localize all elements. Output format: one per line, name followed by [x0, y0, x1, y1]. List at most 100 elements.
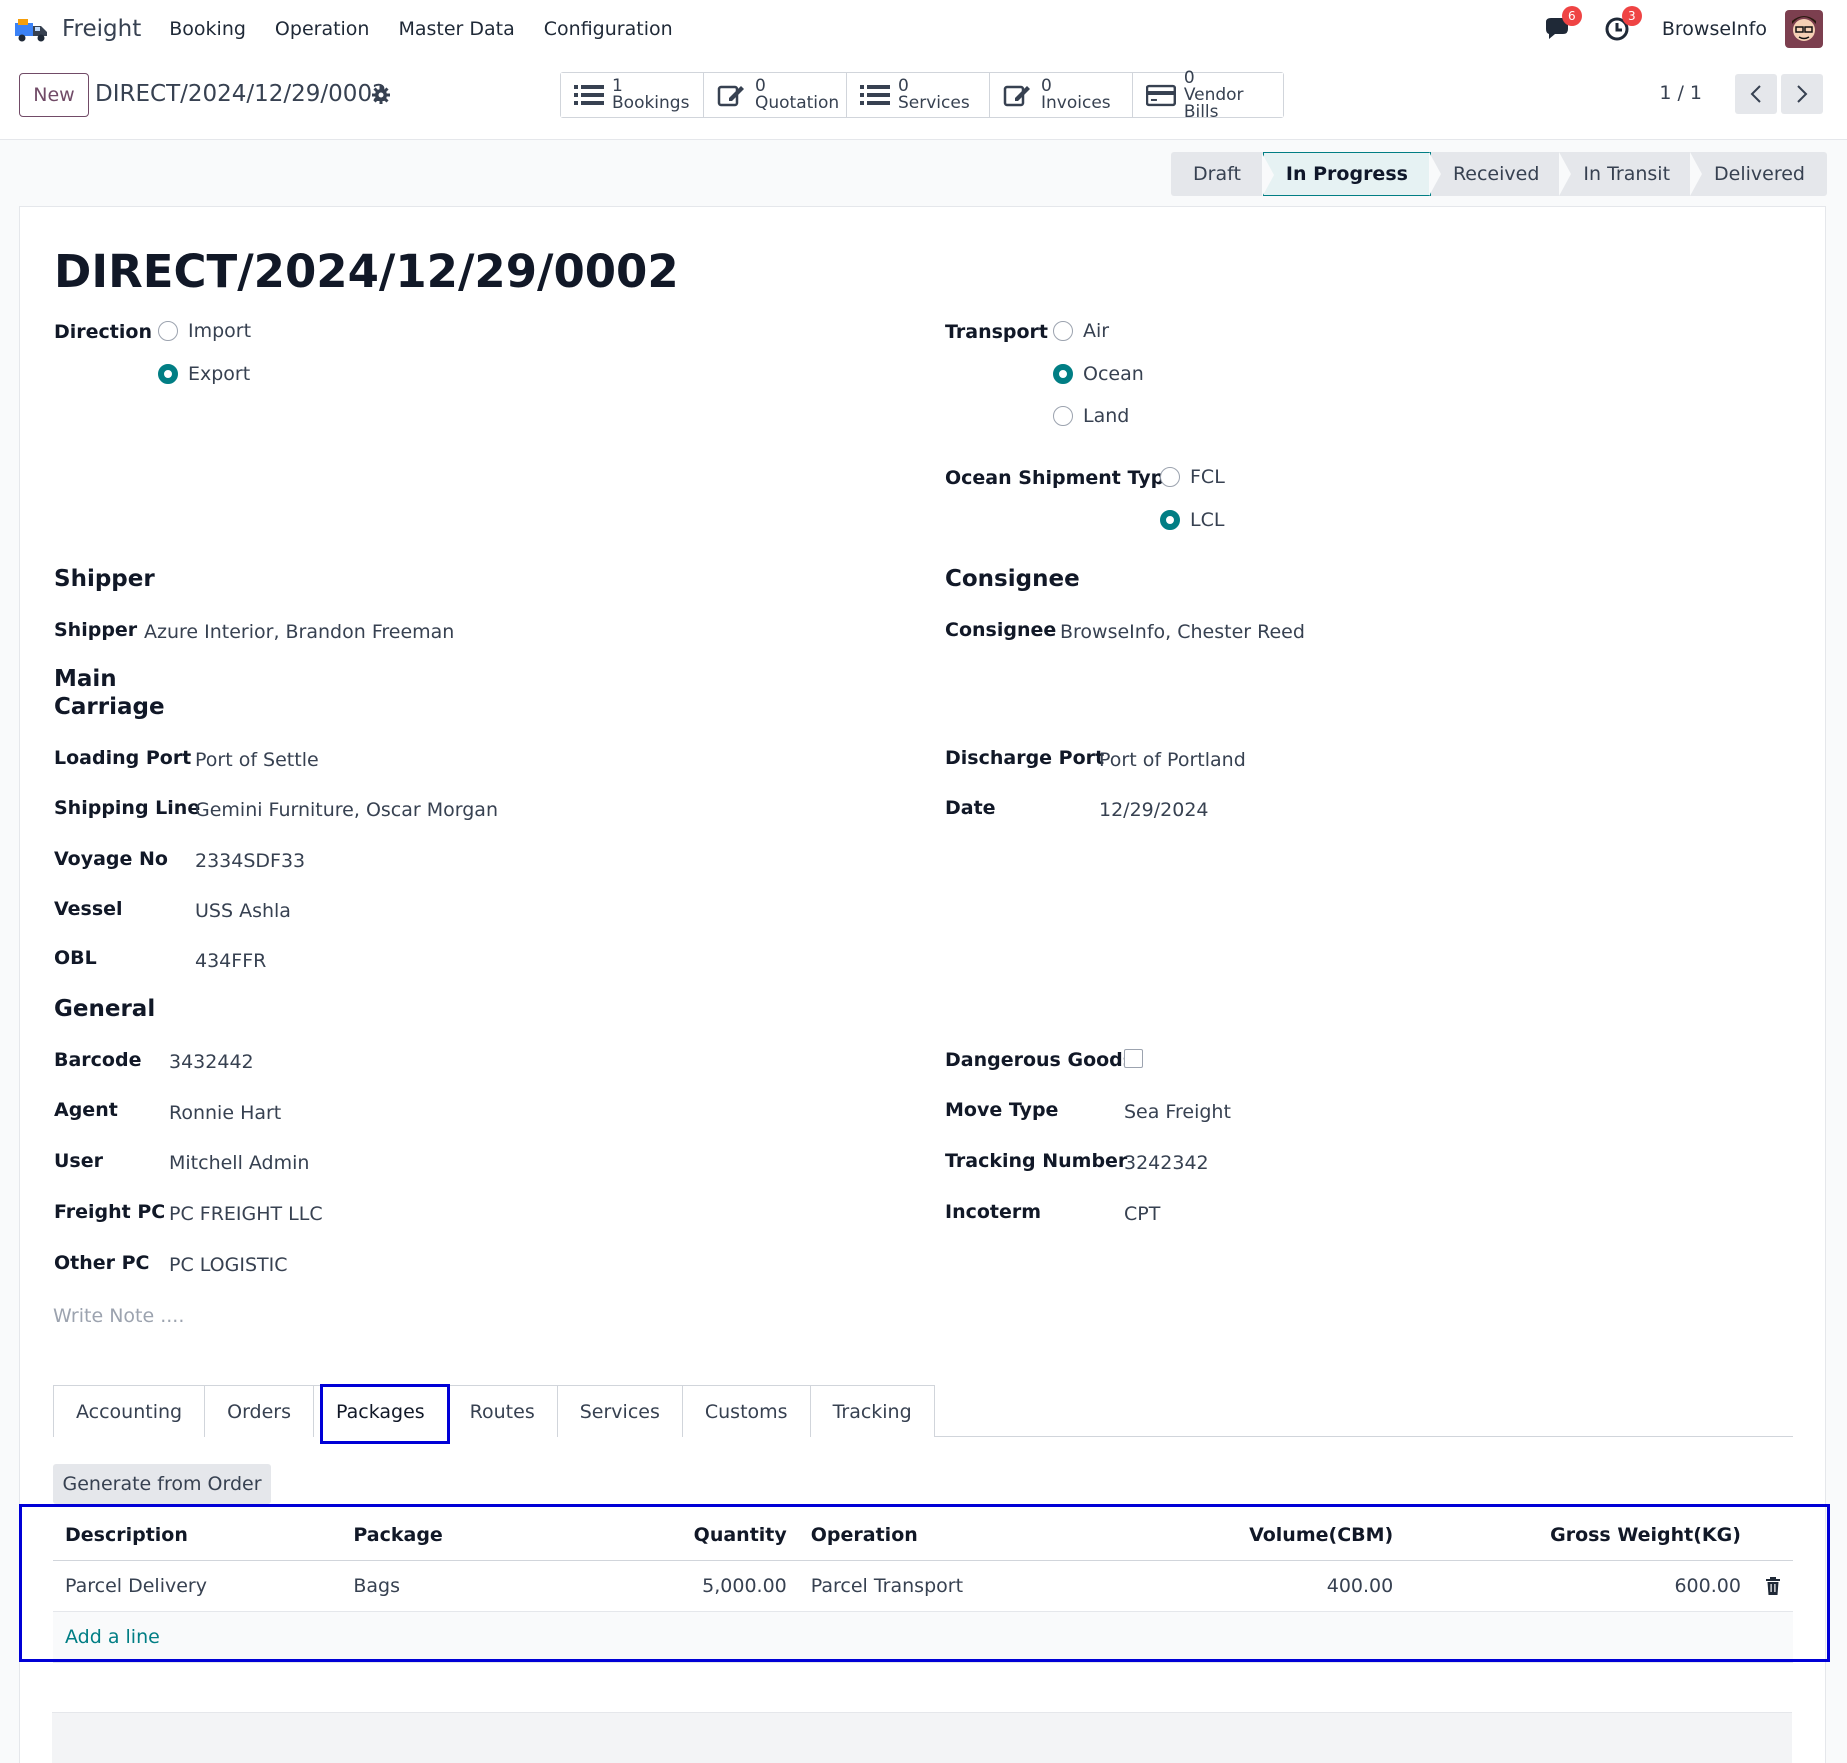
tab-customs[interactable]: Customs [681, 1385, 811, 1437]
column-package[interactable]: Package [341, 1510, 660, 1561]
ocean-fcl-radio[interactable]: FCL [1160, 466, 1225, 488]
generate-from-order-button[interactable]: Generate from Order [53, 1464, 271, 1504]
menu-operation[interactable]: Operation [275, 18, 370, 40]
freight-pc-field[interactable]: PC FREIGHT LLC [169, 1203, 323, 1225]
quotation-smart-button[interactable]: 0 Quotation [704, 73, 847, 117]
stage-in-progress[interactable]: In Progress [1261, 152, 1431, 197]
bookings-smart-button[interactable]: 1 Bookings [561, 73, 704, 117]
cell-quantity[interactable]: 5,000.00 [659, 1560, 799, 1612]
messages-button[interactable]: 6 [1542, 6, 1582, 44]
gear-icon[interactable] [372, 86, 390, 104]
breadcrumb: DIRECT/2024/12/29/0002 [95, 81, 387, 107]
date-label: Date [945, 797, 996, 819]
truck-icon [15, 19, 47, 42]
menu-configuration[interactable]: Configuration [544, 18, 673, 40]
tab-packages[interactable]: Packages [313, 1385, 448, 1437]
date-field[interactable]: 12/29/2024 [1099, 799, 1209, 821]
trash-icon[interactable] [1765, 1577, 1781, 1595]
list-icon [860, 85, 890, 105]
tab-accounting[interactable]: Accounting [53, 1385, 206, 1437]
delete-row-cell [1752, 1560, 1793, 1612]
voyage-no-field[interactable]: 2334SDF33 [195, 850, 305, 872]
ocean-lcl-radio[interactable]: LCL [1160, 509, 1224, 531]
discharge-port-field[interactable]: Port of Portland [1099, 749, 1246, 771]
stage-draft[interactable]: Draft [1171, 152, 1263, 196]
transport-label: Transport [945, 321, 1049, 343]
obl-field[interactable]: 434FFR [195, 950, 266, 972]
chevron-left-icon [1750, 85, 1761, 103]
tracking-number-label: Tracking Number [945, 1150, 1128, 1172]
pager-previous-button[interactable] [1735, 74, 1777, 114]
cell-gross-weight[interactable]: 600.00 [1405, 1560, 1753, 1612]
user-menu-name[interactable]: BrowseInfo [1662, 18, 1767, 40]
loading-port-field[interactable]: Port of Settle [195, 749, 319, 771]
user-avatar-icon [1785, 10, 1823, 48]
avatar[interactable] [1785, 10, 1823, 48]
pager-next-button[interactable] [1781, 74, 1823, 114]
main-menu: Booking Operation Master Data Configurat… [169, 18, 701, 40]
tab-routes[interactable]: Routes [446, 1385, 558, 1437]
services-smart-button[interactable]: 0 Services [847, 73, 990, 117]
voyage-no-label: Voyage No [54, 848, 168, 870]
cell-package[interactable]: Bags [341, 1560, 660, 1612]
app-brand[interactable]: Freight [14, 15, 141, 43]
shipping-line-field[interactable]: Gemini Furniture, Oscar Morgan [195, 799, 498, 821]
stage-received[interactable]: Received [1428, 152, 1561, 196]
freight-pc-label: Freight PC [54, 1201, 166, 1223]
column-description[interactable]: Description [53, 1510, 342, 1561]
tab-services[interactable]: Services [556, 1385, 683, 1437]
direction-export-radio[interactable]: Export [158, 363, 250, 385]
menu-master-data[interactable]: Master Data [398, 18, 514, 40]
transport-ocean-radio[interactable]: Ocean [1053, 363, 1144, 385]
add-line-link[interactable]: Add a line [65, 1626, 160, 1648]
direction-label: Direction [54, 321, 152, 343]
column-quantity[interactable]: Quantity [659, 1510, 799, 1561]
loading-port-label: Loading Port [54, 747, 192, 769]
agent-field[interactable]: Ronnie Hart [169, 1102, 281, 1124]
activities-button[interactable]: 3 [1602, 6, 1642, 44]
menu-booking[interactable]: Booking [169, 18, 246, 40]
note-field[interactable]: Write Note .... [53, 1305, 184, 1327]
vessel-label: Vessel [54, 898, 123, 920]
tab-orders[interactable]: Orders [204, 1385, 315, 1437]
consignee-section-title: Consignee [945, 566, 1080, 592]
table-header-row: Description Package Quantity Operation V… [53, 1510, 1793, 1561]
tab-tracking[interactable]: Tracking [809, 1385, 935, 1437]
transport-air-radio[interactable]: Air [1053, 320, 1109, 342]
cell-volume[interactable]: 400.00 [1205, 1560, 1406, 1612]
consignee-field[interactable]: BrowseInfo, Chester Reed [1060, 621, 1305, 643]
direction-import-radio[interactable]: Import [158, 320, 251, 342]
tracking-number-field[interactable]: 3242342 [1124, 1152, 1209, 1174]
new-button[interactable]: New [19, 73, 89, 117]
stage-delivered[interactable]: Delivered [1690, 152, 1827, 196]
invoices-label: Invoices [1041, 93, 1111, 113]
other-pc-field[interactable]: PC LOGISTIC [169, 1254, 288, 1276]
barcode-field[interactable]: 3432442 [169, 1051, 254, 1073]
radio-label: LCL [1190, 509, 1225, 531]
column-volume[interactable]: Volume(CBM) [1205, 1510, 1406, 1561]
invoices-smart-button[interactable]: 0 Invoices [990, 73, 1133, 117]
shipping-line-label: Shipping Line [54, 797, 201, 819]
shipper-field[interactable]: Azure Interior, Brandon Freeman [144, 621, 454, 643]
add-line-row: Add a line [53, 1611, 1793, 1663]
incoterm-field[interactable]: CPT [1124, 1203, 1160, 1225]
pager-value[interactable]: 1 / 1 [1659, 82, 1702, 104]
table-row[interactable]: Parcel Delivery Bags 5,000.00 Parcel Tra… [53, 1560, 1793, 1612]
column-actions [1752, 1510, 1793, 1561]
column-gross-weight[interactable]: Gross Weight(KG) [1405, 1510, 1753, 1561]
user-field[interactable]: Mitchell Admin [169, 1152, 309, 1174]
cell-operation[interactable]: Parcel Transport [798, 1560, 1206, 1612]
move-type-field[interactable]: Sea Freight [1124, 1101, 1231, 1123]
discharge-port-label: Discharge Port [945, 747, 1105, 769]
stage-in-transit[interactable]: In Transit [1559, 152, 1692, 196]
agent-label: Agent [54, 1099, 118, 1121]
radio-dot [1053, 406, 1073, 426]
barcode-label: Barcode [54, 1049, 142, 1071]
transport-land-radio[interactable]: Land [1053, 405, 1129, 427]
dangerous-goods-checkbox[interactable] [1124, 1049, 1143, 1068]
vendor-bills-smart-button[interactable]: 0 Vendor Bills [1133, 69, 1283, 120]
column-operation[interactable]: Operation [798, 1510, 1206, 1561]
activities-badge: 3 [1621, 6, 1642, 26]
cell-description[interactable]: Parcel Delivery [53, 1560, 342, 1612]
vessel-field[interactable]: USS Ashla [195, 900, 291, 922]
